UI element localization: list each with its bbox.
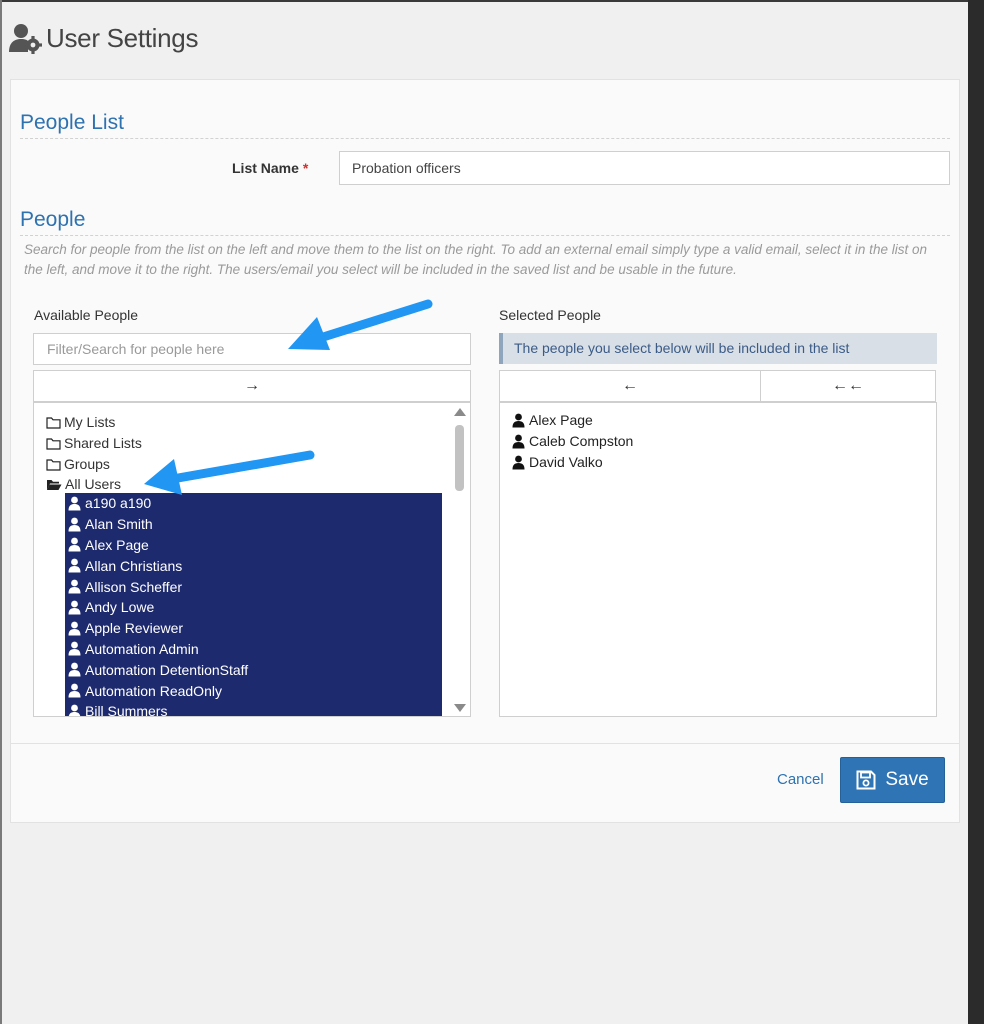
tree-item-shared-lists[interactable]: Shared Lists xyxy=(46,433,142,453)
user-icon xyxy=(68,538,81,552)
user-name: a190 a190 xyxy=(85,495,152,512)
arrow-left-icon: ← xyxy=(622,377,638,394)
user-gear-icon xyxy=(9,24,42,54)
window-top-border xyxy=(0,0,968,2)
user-row[interactable]: Alan Smith xyxy=(65,514,442,535)
people-list-section-title: People List xyxy=(20,111,950,139)
selected-user-name: Alex Page xyxy=(529,412,593,428)
user-row[interactable]: Alex Page xyxy=(65,535,442,556)
user-icon xyxy=(68,704,81,716)
user-icon xyxy=(68,558,81,573)
user-icon xyxy=(68,579,81,594)
arrow-right-icon: → xyxy=(244,377,260,394)
tree-item-label: All Users xyxy=(65,476,122,492)
user-row[interactable]: Automation DetentionStaff xyxy=(65,659,442,680)
save-button[interactable]: Save xyxy=(840,757,945,803)
save-button-label: Save xyxy=(885,769,929,790)
user-row[interactable]: Allison Scheffer xyxy=(65,576,442,597)
available-people-label: Available People xyxy=(34,307,139,323)
window-right-edge xyxy=(968,0,984,1024)
people-section-title: People xyxy=(20,208,950,236)
remove-selected-button[interactable]: ← xyxy=(499,370,761,402)
selected-row[interactable]: Alex Page xyxy=(512,410,593,430)
folder-icon xyxy=(46,458,61,471)
page-title: User Settings xyxy=(46,22,199,53)
user-list-selection: a190 a190 Alan Smith Alex Page Allan Chr… xyxy=(65,493,442,717)
tree-item-label: Shared Lists xyxy=(64,435,142,451)
user-name: Automation ReadOnly xyxy=(85,682,222,699)
user-name: Automation Admin xyxy=(85,640,199,657)
user-row[interactable]: Andy Lowe xyxy=(65,597,442,618)
list-name-label: List Name * xyxy=(232,160,308,176)
user-icon xyxy=(68,496,81,511)
folder-icon xyxy=(46,416,61,429)
user-icon xyxy=(68,517,81,532)
scroll-thumb[interactable] xyxy=(455,425,464,491)
user-icon xyxy=(68,662,81,677)
window-left-border xyxy=(0,0,2,1024)
user-icon xyxy=(512,434,525,448)
tree-item-label: Groups xyxy=(64,456,110,472)
selected-people-list[interactable]: Alex Page Caleb Compston David Valko xyxy=(499,402,937,717)
user-row[interactable]: Bill Summers xyxy=(65,701,442,717)
user-name: Apple Reviewer xyxy=(85,620,184,637)
required-marker: * xyxy=(302,160,309,176)
user-icon xyxy=(68,642,81,656)
user-name: Automation DetentionStaff xyxy=(85,661,249,678)
selected-people-label: Selected People xyxy=(499,307,601,323)
user-row[interactable]: Allan Christians xyxy=(65,555,442,576)
user-row[interactable]: a190 a190 xyxy=(65,493,442,514)
list-name-input[interactable]: Probation officers xyxy=(339,151,950,185)
user-name: Andy Lowe xyxy=(85,599,155,616)
user-name: Alex Page xyxy=(85,536,149,553)
tree-item-label: My Lists xyxy=(64,414,116,430)
user-name: Allan Christians xyxy=(85,557,183,574)
user-icon xyxy=(512,455,525,469)
selected-user-name: David Valko xyxy=(529,454,603,470)
selected-row[interactable]: Caleb Compston xyxy=(512,431,633,451)
double-arrow-left-icon: ←← xyxy=(832,377,864,394)
list-name-label-text: List Name xyxy=(232,160,299,176)
user-name: Alan Smith xyxy=(85,516,153,533)
remove-all-button[interactable]: ←← xyxy=(760,370,936,402)
folder-open-icon xyxy=(47,479,62,490)
page-header: User Settings xyxy=(8,20,198,56)
user-row[interactable]: Apple Reviewer xyxy=(65,618,442,639)
tree-item-all-users[interactable]: All Users xyxy=(46,474,121,494)
add-selected-button[interactable]: → xyxy=(33,370,471,402)
tree-item-groups[interactable]: Groups xyxy=(46,454,110,474)
user-name: Bill Summers xyxy=(85,703,168,717)
people-filter-input[interactable]: Filter/Search for people here xyxy=(33,333,471,365)
user-row[interactable]: Automation Admin xyxy=(65,639,442,660)
selected-info-banner: The people you select below will be incl… xyxy=(499,333,937,364)
user-icon xyxy=(512,413,525,427)
save-icon xyxy=(856,770,876,790)
available-people-list[interactable]: My Lists Shared Lists Groups All Users a… xyxy=(33,402,471,717)
selected-row[interactable]: David Valko xyxy=(512,452,603,472)
user-icon xyxy=(68,600,81,615)
folder-icon xyxy=(46,437,61,450)
user-row[interactable]: Automation ReadOnly xyxy=(65,680,442,701)
tree-item-my-lists[interactable]: My Lists xyxy=(46,412,115,432)
footer-divider xyxy=(11,743,959,744)
scroll-up-icon[interactable] xyxy=(454,408,466,416)
scroll-down-icon[interactable] xyxy=(454,704,466,712)
user-icon xyxy=(68,683,81,698)
settings-panel: People List List Name * Probation officer… xyxy=(10,79,960,823)
selected-user-name: Caleb Compston xyxy=(529,433,634,449)
people-help-text: Search for people from the list on the l… xyxy=(24,242,927,277)
user-icon xyxy=(68,621,81,636)
available-list-scrollbar[interactable] xyxy=(450,403,470,716)
user-name: Allison Scheffer xyxy=(85,578,183,595)
cancel-button[interactable]: Cancel xyxy=(777,771,824,788)
